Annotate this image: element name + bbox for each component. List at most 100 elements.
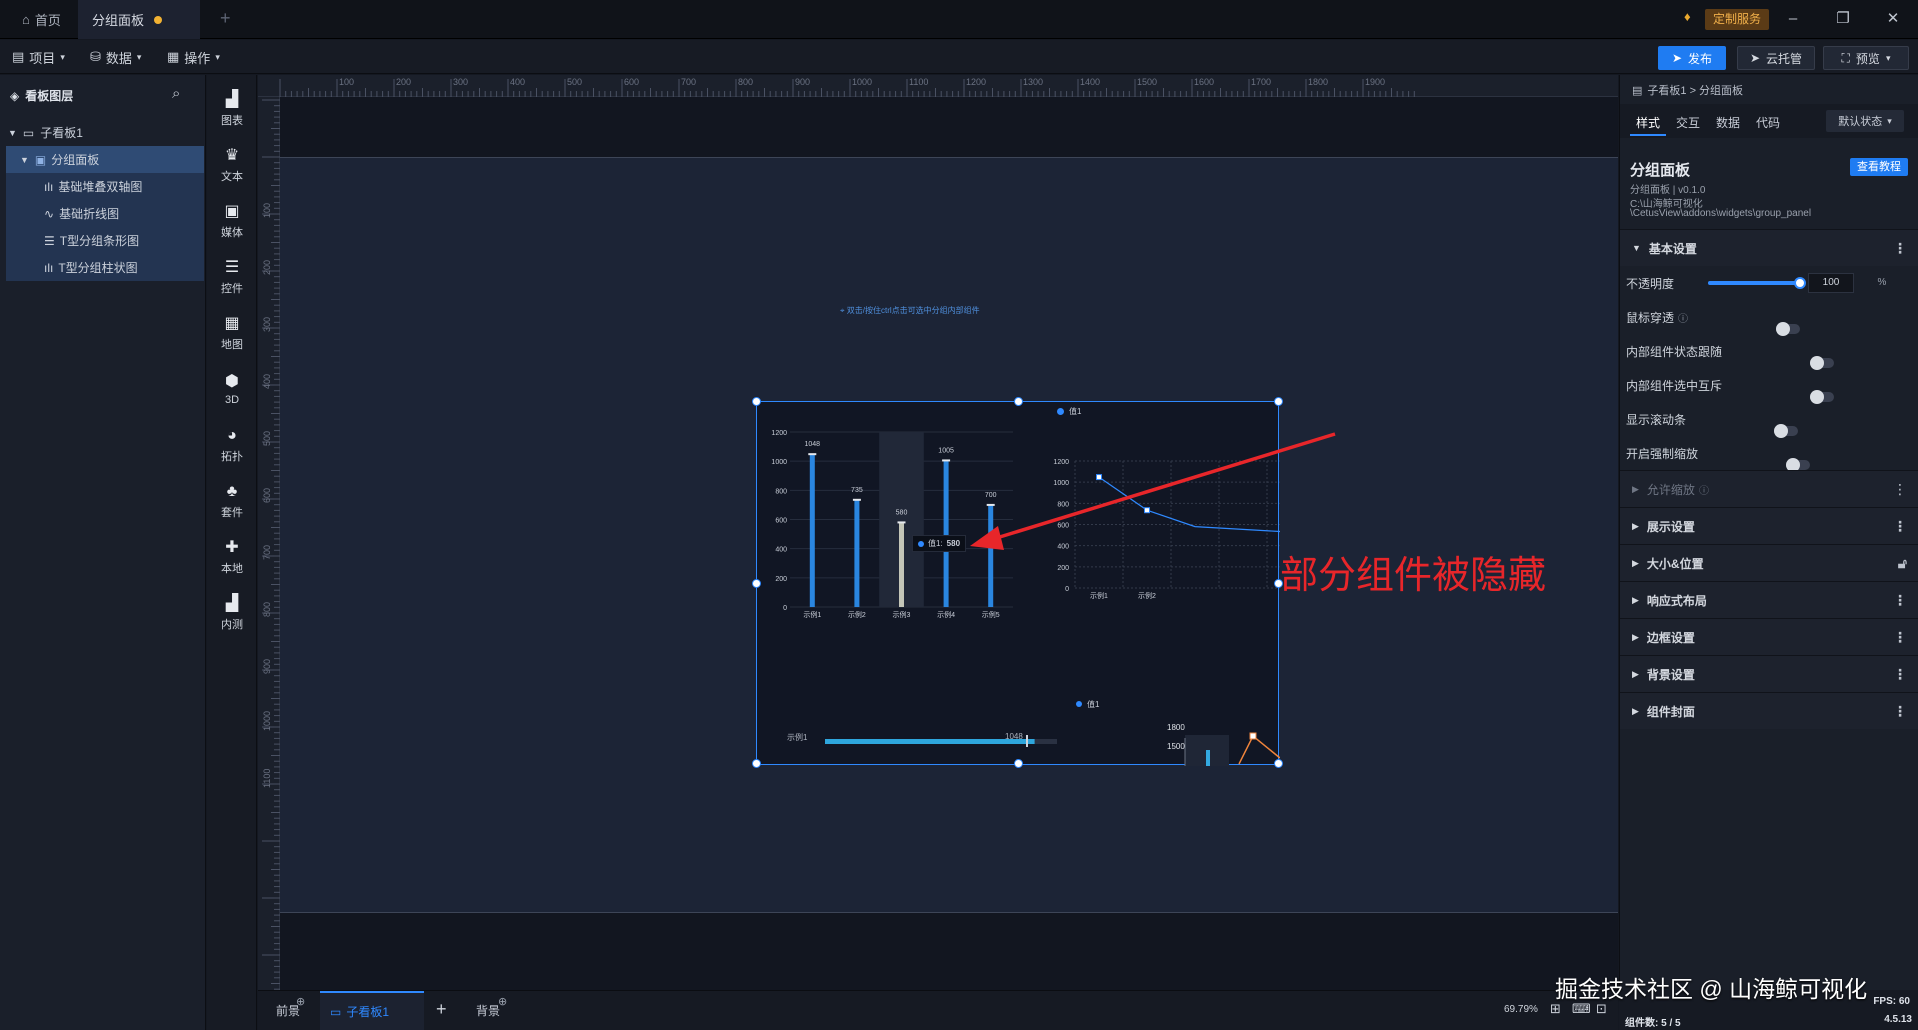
lock-icon[interactable]: 🔓︎: [1898, 555, 1907, 572]
caret-right-icon: ▶: [1632, 668, 1639, 679]
section-allow-zoom[interactable]: ▶ 允许缩放 ⓘ ⋮: [1620, 470, 1918, 507]
more-icon[interactable]: ⋮: [1893, 518, 1907, 535]
menu-data[interactable]: ⛁ 数据 ▾: [90, 47, 141, 67]
ruler-label: 200: [262, 259, 272, 275]
opacity-input[interactable]: 100: [1808, 273, 1854, 293]
tool-topology[interactable]: ◕ 拓扑: [207, 417, 257, 473]
section-size-position[interactable]: ▶ 大小&位置 🔓︎: [1620, 544, 1918, 581]
more-icon[interactable]: ⋮: [1893, 666, 1907, 683]
close-icon[interactable]: ✕: [1880, 8, 1906, 30]
ruler-label: 1000: [852, 77, 873, 87]
section-border[interactable]: ▶ 边框设置 ⋮: [1620, 618, 1918, 655]
file-icon: ▤: [12, 49, 25, 64]
publish-button[interactable]: ➤ 发布: [1658, 46, 1726, 70]
puzzle-icon: ✚: [225, 538, 239, 556]
section-responsive[interactable]: ▶ 响应式布局 ⋮: [1620, 581, 1918, 618]
force-zoom-toggle[interactable]: [1786, 458, 1811, 472]
database-icon: ⛁: [90, 49, 101, 64]
chevron-down-icon: ▾: [1885, 52, 1891, 63]
ruler-ticks-v: [262, 99, 280, 990]
layer-panel: ◈ 看板图层 ⌕ ▼ ▭ 子看板1 ▼ ▣ 分组面板 ılı 基础堆叠双轴图 ∿ 基础…: [0, 75, 206, 1030]
cloud-host-button[interactable]: ➤ 云托管: [1737, 46, 1815, 70]
caret-down-icon: ▼: [20, 154, 29, 165]
menu-operation[interactable]: ▦ 操作 ▾: [167, 47, 220, 67]
annotation-text: 部分组件被隐藏: [1280, 555, 1547, 597]
chevron-down-icon: ▾: [136, 51, 142, 62]
chevron-down-icon: ▾: [60, 51, 65, 62]
preview-button[interactable]: ⛶ 预览 ▾: [1823, 46, 1909, 70]
opacity-slider-thumb[interactable]: [1794, 277, 1806, 289]
menu-project[interactable]: ▤ 项目 ▾: [12, 47, 65, 67]
restore-icon[interactable]: ❐: [1830, 8, 1856, 30]
tab-data[interactable]: 数据: [1716, 114, 1740, 131]
ruler-label: 800: [262, 601, 272, 617]
section-display[interactable]: ▶ 展示设置 ⋮: [1620, 507, 1918, 544]
add-background-icon[interactable]: ⊕: [498, 995, 507, 1008]
layer-item-line[interactable]: ∿ 基础折线图: [6, 200, 204, 227]
home-icon: ⌂: [22, 12, 30, 27]
more-icon[interactable]: ⋮: [1893, 592, 1907, 609]
canvas-area[interactable]: 100 200 300 400 500 600 700 800 900 1000 1100 1200 1…: [258, 75, 1618, 990]
state-select[interactable]: 默认状态 ▾: [1826, 110, 1904, 132]
tool-media[interactable]: ▣ 媒体: [207, 193, 257, 249]
ruler-label: 1400: [1080, 77, 1101, 87]
new-tab-button[interactable]: +: [220, 8, 231, 29]
section-cover[interactable]: ▶ 组件封面 ⋮: [1620, 692, 1918, 729]
layer-item-stacked-bar[interactable]: ılı 基础堆叠双轴图: [6, 173, 204, 200]
layer-item-hbar[interactable]: ☰ T型分组条形图: [6, 227, 204, 254]
layer-item-column[interactable]: ılı T型分组柱状图: [6, 254, 204, 281]
more-icon[interactable]: ⋮: [1893, 481, 1907, 498]
tab-group-panel[interactable]: 分组面板: [78, 0, 200, 39]
custom-service-button[interactable]: 定制服务: [1705, 9, 1770, 30]
search-icon[interactable]: ⌕: [172, 85, 180, 102]
tab-code[interactable]: 代码: [1756, 114, 1780, 131]
view-tutorial-button[interactable]: 查看教程: [1850, 158, 1908, 176]
tool-3d[interactable]: ⬢ 3D: [207, 361, 257, 417]
cube-icon: ⬢: [225, 372, 239, 390]
section-background[interactable]: ▶ 背景设置 ⋮: [1620, 655, 1918, 692]
board-icon: ▤: [1632, 84, 1643, 97]
hbar-chart-icon: ☰: [44, 233, 55, 248]
ruler-label: 700: [681, 77, 697, 87]
layer-item-group-panel[interactable]: ▼ ▣ 分组面板: [6, 146, 204, 173]
select-exclusive-toggle[interactable]: [1810, 390, 1835, 404]
mouse-through-toggle[interactable]: [1776, 322, 1801, 336]
tool-chart[interactable]: ▟ 图表: [207, 81, 257, 137]
tool-control[interactable]: ☰ 控件: [207, 249, 257, 305]
minimize-icon[interactable]: –: [1780, 8, 1806, 30]
tab-home[interactable]: ⌂ 首页: [8, 0, 76, 39]
ruler-label: 1800: [1308, 77, 1329, 87]
tool-kit[interactable]: ♣ 套件: [207, 473, 257, 529]
row-force-zoom: 开启强制缩放: [1620, 436, 1918, 472]
state-follow-toggle[interactable]: [1810, 356, 1835, 370]
scrollbar-toggle[interactable]: [1774, 424, 1799, 438]
watermark: 掘金技术社区 @ 山海鲸可视化: [1555, 976, 1868, 1002]
opacity-slider[interactable]: [1708, 281, 1800, 285]
row-opacity: 不透明度 100 %: [1620, 266, 1918, 300]
row-state-follow: 内部组件状态跟随: [1620, 334, 1918, 370]
section-basic[interactable]: ▼ 基本设置 ⋮: [1620, 229, 1918, 266]
tab-interaction[interactable]: 交互: [1676, 114, 1700, 131]
tool-text[interactable]: ♛ 文本: [207, 137, 257, 193]
ruler-label: 400: [510, 77, 526, 87]
add-foreground-icon[interactable]: ⊕: [296, 995, 305, 1008]
more-icon[interactable]: ⋮: [1893, 629, 1907, 646]
text-icon: ♛: [224, 146, 240, 164]
tool-map[interactable]: ▦ 地图: [207, 305, 257, 361]
annotation-arrow: [970, 432, 1336, 550]
layers-icon: ◈: [10, 88, 20, 103]
add-board-button[interactable]: +: [436, 999, 447, 1020]
ruler-label: 400: [262, 373, 272, 389]
more-icon[interactable]: ⋮: [1893, 703, 1907, 720]
breadcrumb: ▤ 子看板1 > 分组面板: [1632, 84, 1744, 98]
tool-local[interactable]: ✚ 本地: [207, 529, 257, 585]
layer-item-board[interactable]: ▼ ▭ 子看板1: [6, 119, 204, 146]
more-icon[interactable]: ⋮: [1893, 240, 1907, 257]
ruler-label: 1000: [262, 710, 272, 731]
artboard[interactable]: ⌖ 双击/按住ctrl点击可选中分组内部组件 0 200 400 600 800 1000…: [280, 157, 1618, 913]
bar-chart-icon: ılı: [44, 179, 54, 194]
tab-board[interactable]: ▭ 子看板1: [320, 991, 424, 1030]
tool-beta[interactable]: ▟ 内测: [207, 585, 257, 641]
tab-style[interactable]: 样式: [1636, 114, 1660, 131]
kit-icon: ♣: [226, 482, 238, 500]
